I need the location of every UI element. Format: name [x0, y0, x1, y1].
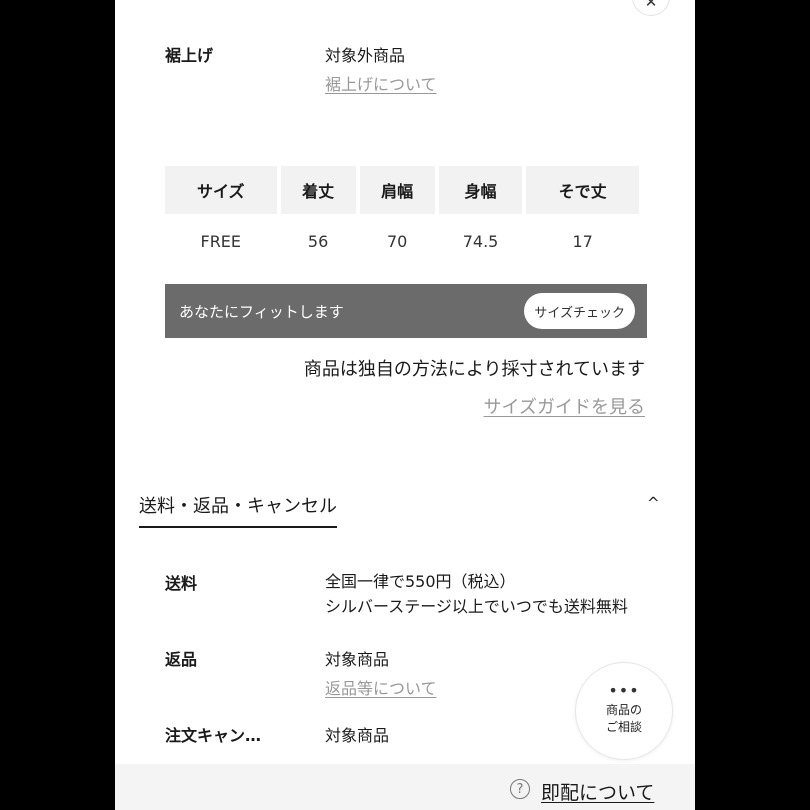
size-table-header: 着丈 [280, 166, 356, 214]
returns-info-link[interactable]: 返品等について [325, 675, 437, 699]
size-table-header-row: サイズ 着丈 肩幅 身幅 そで丈 [165, 166, 639, 214]
chevron-up-icon[interactable]: ^ [647, 494, 660, 512]
returns-value: 対象商品 [325, 650, 390, 669]
hem-value: 対象外商品 [325, 46, 406, 65]
size-table-cell: 74.5 [462, 231, 499, 251]
product-consult-button[interactable]: ••• 商品の ご相談 [575, 662, 673, 760]
fit-banner-text: あなたにフィットします [179, 302, 344, 321]
shipping-fee-text: 全国一律で550円（税込） [325, 572, 516, 591]
cancel-label: 注文キャン… [165, 726, 262, 745]
size-table-cell: 56 [307, 231, 329, 251]
hem-info-link[interactable]: 裾上げについて [325, 71, 437, 95]
hem-label: 裾上げ [165, 46, 214, 65]
close-icon: ✕ [644, 0, 658, 11]
size-table: サイズ 着丈 肩幅 身幅 そで丈 FREE 56 70 74.5 17 [161, 166, 643, 268]
consult-label-line2: ご相談 [605, 720, 642, 734]
more-dots-icon: ••• [608, 681, 640, 700]
express-delivery-link[interactable]: 即配について [541, 778, 654, 805]
size-table-cell: FREE [200, 231, 242, 251]
shipping-returns-section-header[interactable]: 送料・返品・キャンセル [139, 492, 337, 528]
size-table-header: サイズ [165, 166, 277, 214]
shipping-label: 送料 [165, 574, 198, 593]
size-table-cell: 17 [572, 231, 593, 251]
measurement-note: 商品は独自の方法により採寸されています [303, 359, 645, 380]
size-table-header: そで丈 [526, 166, 639, 214]
fit-banner: あなたにフィットします サイズチェック [165, 284, 647, 338]
product-detail-sheet: ✕ 裾上げ 対象外商品 裾上げについて サイズ 着丈 肩幅 身幅 そで丈 FRE… [115, 0, 695, 810]
free-shipping-text: シルバーステージ以上でいつでも送料無料 [325, 597, 628, 616]
size-table-header: 身幅 [438, 166, 523, 214]
size-guide-link[interactable]: サイズガイドを見る [484, 393, 645, 419]
help-circle-icon[interactable]: ? [510, 779, 530, 799]
size-table-cell: 70 [387, 231, 408, 251]
size-table-header: 肩幅 [359, 166, 435, 214]
table-row: FREE 56 70 74.5 17 [165, 214, 639, 268]
consult-label: 商品の ご相談 [606, 702, 642, 736]
consult-label-line1: 商品の [605, 703, 642, 717]
close-button[interactable]: ✕ [632, 0, 670, 16]
size-check-button[interactable]: サイズチェック [524, 293, 635, 329]
cancel-value: 対象商品 [325, 726, 390, 745]
returns-label: 返品 [165, 650, 198, 669]
